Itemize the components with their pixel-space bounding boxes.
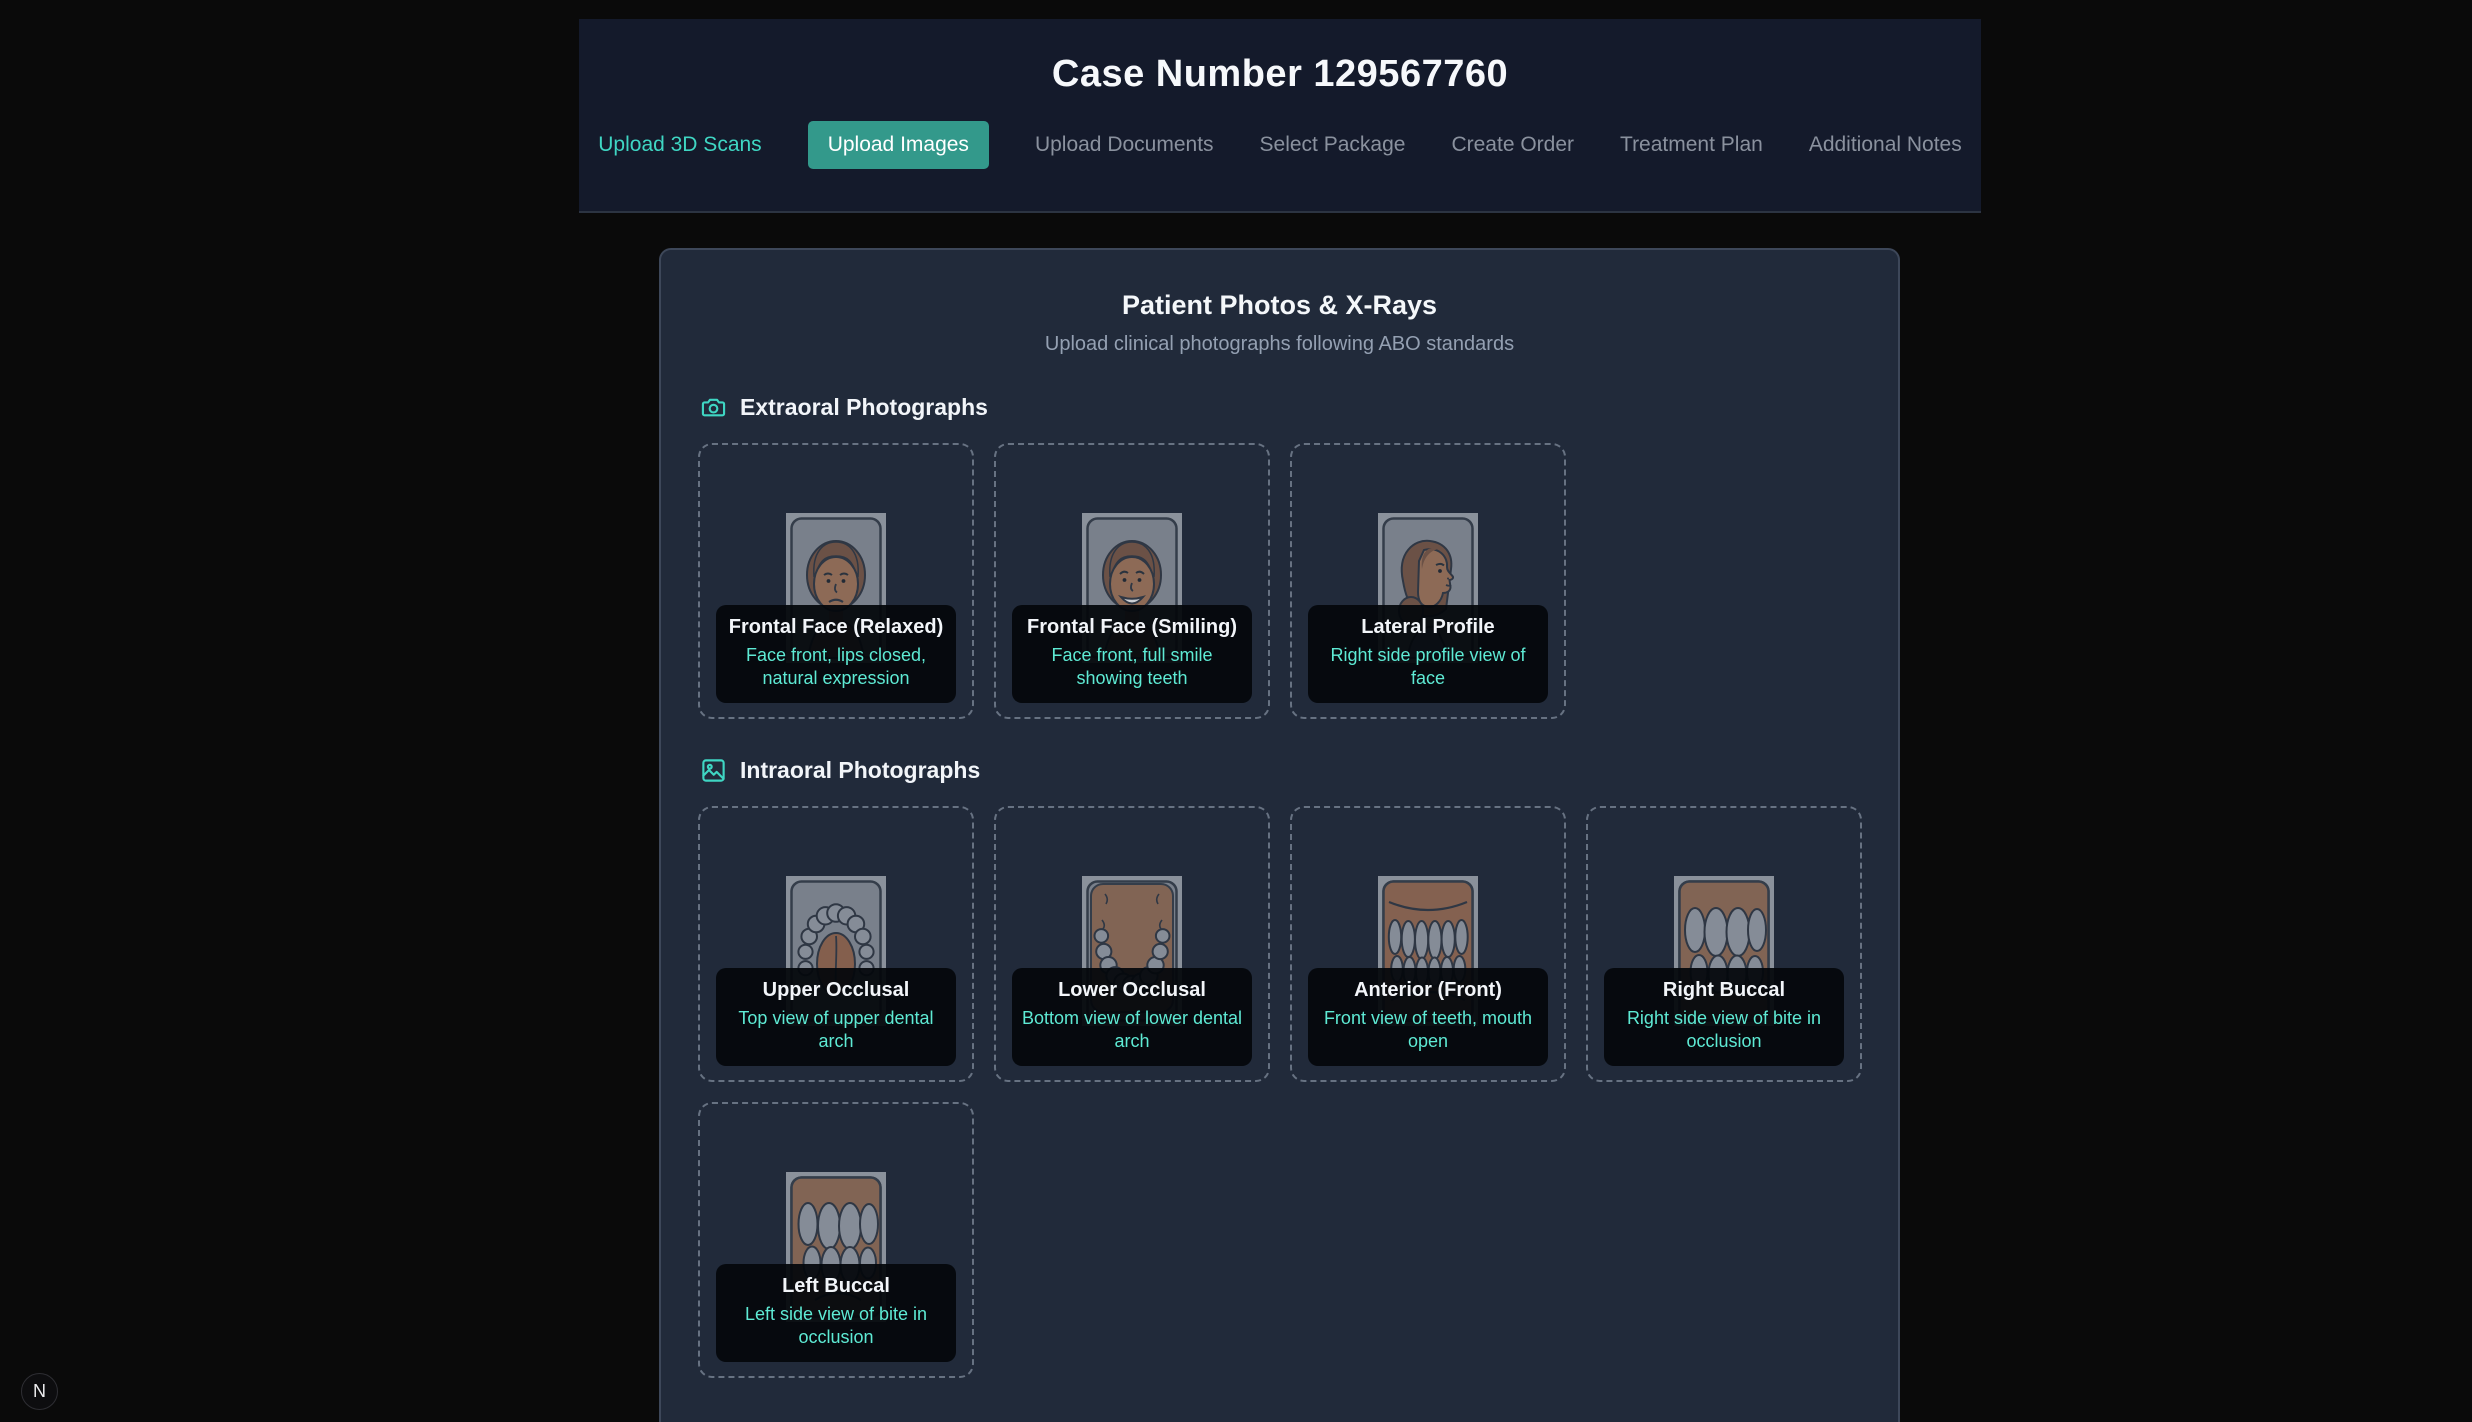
section-title: Extraoral Photographs	[740, 394, 988, 421]
camera-icon	[700, 394, 727, 421]
case-header: Case Number 129567760 Upload 3D ScansUpl…	[579, 19, 1981, 213]
card-title: Lower Occlusal	[1020, 979, 1244, 1002]
section-header: Intraoral Photographs	[700, 757, 1861, 784]
upload-card-frontal-face-relaxed[interactable]: Frontal Face (Relaxed) Face front, lips …	[698, 443, 974, 719]
image-icon	[700, 757, 727, 784]
card-title: Frontal Face (Smiling)	[1020, 616, 1244, 639]
upload-card-lateral-profile[interactable]: Lateral Profile Right side profile view …	[1290, 443, 1566, 719]
photo-sections: Extraoral Photographs Frontal Face (Rela…	[698, 394, 1861, 1378]
card-desc: Bottom view of lower dental arch	[1020, 1007, 1244, 1053]
card-label: Right Buccal Right side view of bite in …	[1604, 968, 1844, 1066]
card-title: Lateral Profile	[1316, 616, 1540, 639]
app-viewport: Case Number 129567760 Upload 3D ScansUpl…	[0, 0, 2472, 1422]
card-desc: Right side view of bite in occlusion	[1612, 1007, 1836, 1053]
panel-subtitle: Upload clinical photographs following AB…	[698, 333, 1861, 356]
card-title: Anterior (Front)	[1316, 979, 1540, 1002]
card-desc: Front view of teeth, mouth open	[1316, 1007, 1540, 1053]
card-title: Right Buccal	[1612, 979, 1836, 1002]
card-label: Frontal Face (Smiling) Face front, full …	[1012, 605, 1252, 703]
tab-upload-images[interactable]: Upload Images	[808, 121, 989, 169]
tab-treatment-plan[interactable]: Treatment Plan	[1620, 133, 1763, 157]
card-desc: Right side profile view of face	[1316, 644, 1540, 690]
card-desc: Top view of upper dental arch	[724, 1007, 948, 1053]
upload-card-anterior-front[interactable]: Anterior (Front) Front view of teeth, mo…	[1290, 806, 1566, 1082]
card-label: Anterior (Front) Front view of teeth, mo…	[1308, 968, 1548, 1066]
upload-card-left-buccal[interactable]: Left Buccal Left side view of bite in oc…	[698, 1102, 974, 1378]
upload-card-frontal-face-smiling[interactable]: Frontal Face (Smiling) Face front, full …	[994, 443, 1270, 719]
section-intraoral-photographs: Intraoral Photographs Upper Occlusal Top…	[698, 757, 1861, 1378]
card-label: Left Buccal Left side view of bite in oc…	[716, 1264, 956, 1362]
wizard-tabs: Upload 3D Scans Upload Images Upload Docum…	[598, 121, 1962, 169]
card-label: Upper Occlusal Top view of upper dental …	[716, 968, 956, 1066]
case-title: Case Number 129567760	[1052, 53, 1508, 96]
card-label: Frontal Face (Relaxed) Face front, lips …	[716, 605, 956, 703]
section-header: Extraoral Photographs	[700, 394, 1861, 421]
tab-select-package[interactable]: Select Package	[1260, 133, 1406, 157]
section-extraoral-photographs: Extraoral Photographs Frontal Face (Rela…	[698, 394, 1861, 719]
card-title: Left Buccal	[724, 1275, 948, 1298]
card-grid: Upper Occlusal Top view of upper dental …	[698, 806, 1865, 1378]
panel-title: Patient Photos & X-Rays	[698, 290, 1861, 321]
card-title: Frontal Face (Relaxed)	[724, 616, 948, 639]
n-badge-label: N	[33, 1381, 46, 1402]
upload-card-right-buccal[interactable]: Right Buccal Right side view of bite in …	[1586, 806, 1862, 1082]
card-desc: Face front, lips closed, natural express…	[724, 644, 948, 690]
card-label: Lower Occlusal Bottom view of lower dent…	[1012, 968, 1252, 1066]
card-title: Upper Occlusal	[724, 979, 948, 1002]
card-desc: Left side view of bite in occlusion	[724, 1303, 948, 1349]
tab-upload-3d-scans[interactable]: Upload 3D Scans	[598, 133, 761, 157]
section-title: Intraoral Photographs	[740, 757, 980, 784]
photos-panel: Patient Photos & X-Rays Upload clinical …	[659, 248, 1900, 1422]
card-grid: Frontal Face (Relaxed) Face front, lips …	[698, 443, 1865, 719]
card-desc: Face front, full smile showing teeth	[1020, 644, 1244, 690]
n-badge-button[interactable]: N	[21, 1373, 58, 1410]
upload-card-upper-occlusal[interactable]: Upper Occlusal Top view of upper dental …	[698, 806, 974, 1082]
tab-upload-documents[interactable]: Upload Documents	[1035, 133, 1214, 157]
tab-create-order[interactable]: Create Order	[1451, 133, 1574, 157]
tab-additional-notes[interactable]: Additional Notes	[1809, 133, 1962, 157]
upload-card-lower-occlusal[interactable]: Lower Occlusal Bottom view of lower dent…	[994, 806, 1270, 1082]
card-label: Lateral Profile Right side profile view …	[1308, 605, 1548, 703]
